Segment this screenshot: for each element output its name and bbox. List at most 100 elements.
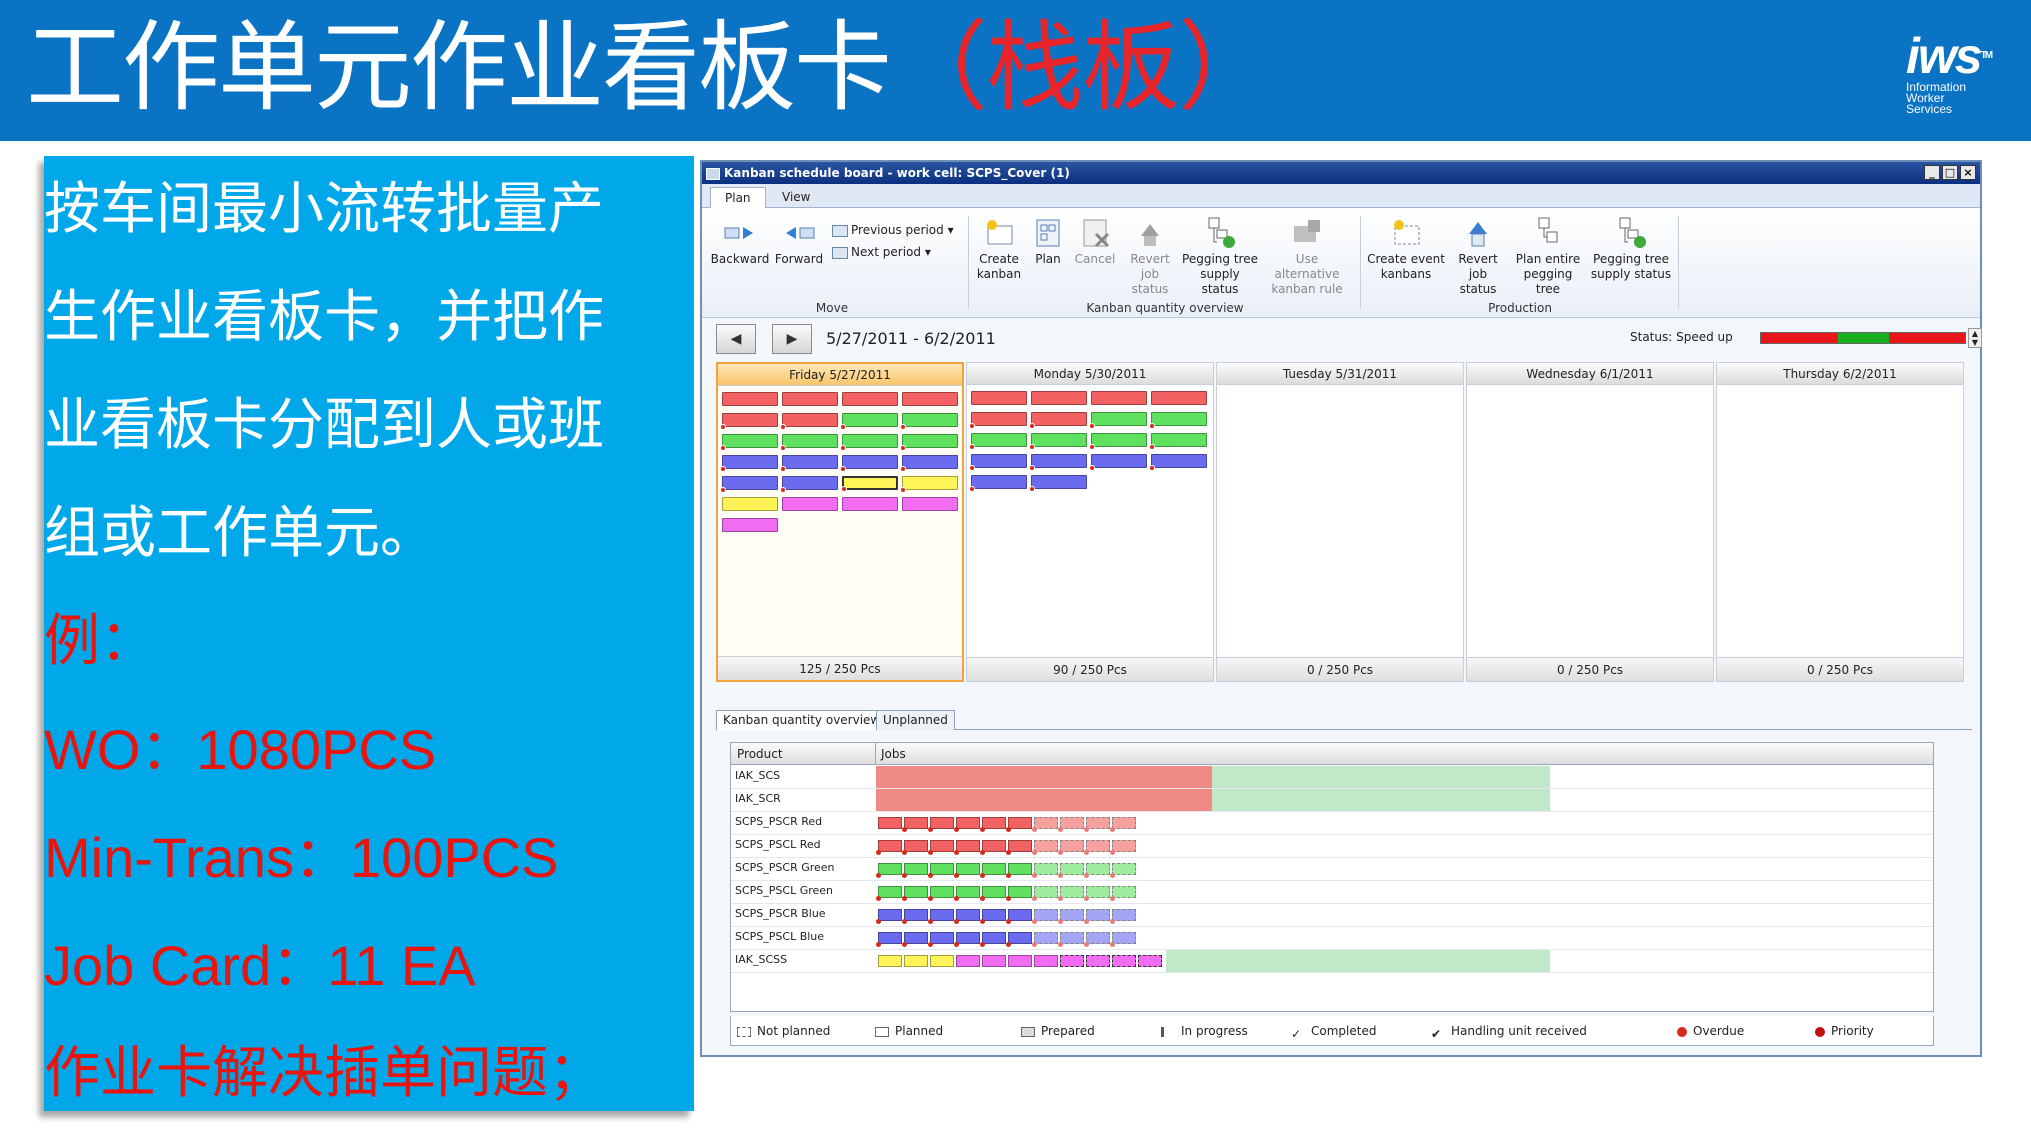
job-kanban[interactable] [954, 932, 980, 947]
job-kanban[interactable] [1058, 817, 1084, 832]
revert-job-status-button[interactable]: Revert job status [1120, 216, 1180, 297]
kanban-card[interactable] [782, 497, 838, 511]
status-spinner[interactable]: ▲ ▼ [1968, 328, 1982, 348]
close-icon[interactable]: × [1960, 165, 1976, 180]
next-period-arrow-icon[interactable]: ▶ [772, 324, 812, 354]
kanban-card[interactable] [841, 476, 898, 492]
job-kanban[interactable] [1084, 840, 1110, 855]
job-kanban[interactable] [904, 955, 928, 967]
job-kanban[interactable] [1006, 932, 1032, 947]
day-column[interactable]: Wednesday 6/1/2011 0 / 250 Pcs [1466, 362, 1714, 682]
kanban-card[interactable] [780, 413, 838, 430]
job-kanban[interactable] [902, 840, 928, 855]
kanban-card[interactable] [840, 413, 898, 430]
kanban-card[interactable] [722, 392, 778, 406]
job-kanban[interactable] [1032, 840, 1058, 855]
kanban-card[interactable] [969, 433, 1027, 450]
kanban-card[interactable] [780, 434, 838, 451]
kanban-card[interactable] [720, 476, 778, 493]
job-kanban[interactable] [876, 840, 902, 855]
job-kanban[interactable] [928, 863, 954, 878]
kanban-card[interactable] [1151, 391, 1207, 405]
kanban-card[interactable] [722, 497, 778, 511]
kanban-card[interactable] [1149, 454, 1207, 471]
job-kanban[interactable] [928, 932, 954, 947]
job-kanban[interactable] [1110, 840, 1136, 855]
job-kanban[interactable] [1008, 955, 1032, 967]
kanban-card[interactable] [900, 476, 958, 493]
kanban-card[interactable] [971, 391, 1027, 405]
job-kanban[interactable] [1110, 817, 1136, 832]
day-column[interactable]: Friday 5/27/2011 125 / 250 Pcs [716, 362, 964, 682]
job-kanban[interactable] [980, 840, 1006, 855]
job-kanban[interactable] [1060, 955, 1084, 967]
job-kanban[interactable] [1058, 932, 1084, 947]
job-kanban[interactable] [1110, 932, 1136, 947]
revert-job-status-production-button[interactable]: Revert job status [1448, 216, 1508, 297]
create-event-kanbans-button[interactable]: Create event kanbans [1366, 216, 1446, 282]
job-kanban[interactable] [1006, 909, 1032, 924]
job-kanban[interactable] [1006, 817, 1032, 832]
col-product-header[interactable]: Product [737, 743, 783, 765]
kanban-card[interactable] [1029, 412, 1087, 429]
kanban-card[interactable] [969, 412, 1027, 429]
job-kanban[interactable] [980, 909, 1006, 924]
kanban-card[interactable] [720, 455, 778, 472]
job-kanban[interactable] [902, 932, 928, 947]
forward-button[interactable]: Forward [772, 216, 826, 267]
plan-button[interactable]: Plan [1028, 216, 1068, 267]
kanban-card[interactable] [902, 497, 958, 511]
job-kanban[interactable] [954, 817, 980, 832]
pegging-tree-supply-button[interactable]: Pegging tree supply status [1182, 216, 1258, 297]
job-kanban[interactable] [902, 909, 928, 924]
job-kanban[interactable] [980, 932, 1006, 947]
kanban-card[interactable] [720, 434, 778, 451]
kanban-card[interactable] [1089, 412, 1147, 429]
table-row[interactable]: SCPS_PSCL Blue [731, 927, 1933, 950]
use-alternative-kanban-rule-button[interactable]: Use alternative kanban rule [1262, 216, 1352, 297]
kanban-card[interactable] [969, 475, 1027, 492]
job-kanban[interactable] [1110, 909, 1136, 924]
job-kanban[interactable] [980, 817, 1006, 832]
tab-unplanned[interactable]: Unplanned [876, 710, 955, 730]
job-kanban[interactable] [1084, 817, 1110, 832]
kanban-card[interactable] [782, 392, 838, 406]
kanban-card[interactable] [1031, 391, 1087, 405]
day-column[interactable]: Thursday 6/2/2011 0 / 250 Pcs [1716, 362, 1964, 682]
job-kanban[interactable] [928, 909, 954, 924]
job-kanban[interactable] [1032, 817, 1058, 832]
job-kanban[interactable] [1058, 840, 1084, 855]
job-kanban[interactable] [954, 886, 980, 901]
job-kanban[interactable] [980, 863, 1006, 878]
job-kanban[interactable] [1058, 863, 1084, 878]
next-period-button[interactable]: Next period ▾ [832, 244, 931, 260]
job-kanban[interactable] [1032, 863, 1058, 878]
kanban-card[interactable] [780, 476, 838, 493]
job-kanban[interactable] [876, 909, 902, 924]
table-row[interactable]: IAK_SCSS [731, 950, 1933, 973]
job-kanban[interactable] [956, 955, 980, 967]
tab-plan[interactable]: Plan [710, 187, 766, 208]
table-row[interactable]: IAK_SCS [731, 766, 1933, 789]
table-row[interactable]: SCPS_PSCL Red [731, 835, 1933, 858]
job-kanban[interactable] [1084, 886, 1110, 901]
job-kanban[interactable] [876, 863, 902, 878]
previous-period-button[interactable]: Previous period ▾ [832, 222, 954, 238]
kanban-card[interactable] [1029, 454, 1087, 471]
job-kanban[interactable] [928, 817, 954, 832]
pegging-tree-supply-production-button[interactable]: Pegging tree supply status [1590, 216, 1672, 282]
kanban-card[interactable] [900, 455, 958, 472]
job-kanban[interactable] [954, 909, 980, 924]
maximize-icon[interactable]: □ [1942, 165, 1958, 180]
kanban-card[interactable] [1029, 433, 1087, 450]
job-kanban[interactable] [1032, 886, 1058, 901]
job-kanban[interactable] [1058, 909, 1084, 924]
job-kanban[interactable] [928, 886, 954, 901]
table-row[interactable]: SCPS_PSCL Green [731, 881, 1933, 904]
job-kanban[interactable] [876, 932, 902, 947]
job-kanban[interactable] [876, 886, 902, 901]
backward-button[interactable]: Backward [710, 216, 770, 267]
job-kanban[interactable] [930, 955, 954, 967]
job-kanban[interactable] [878, 955, 902, 967]
kanban-card[interactable] [840, 434, 898, 451]
